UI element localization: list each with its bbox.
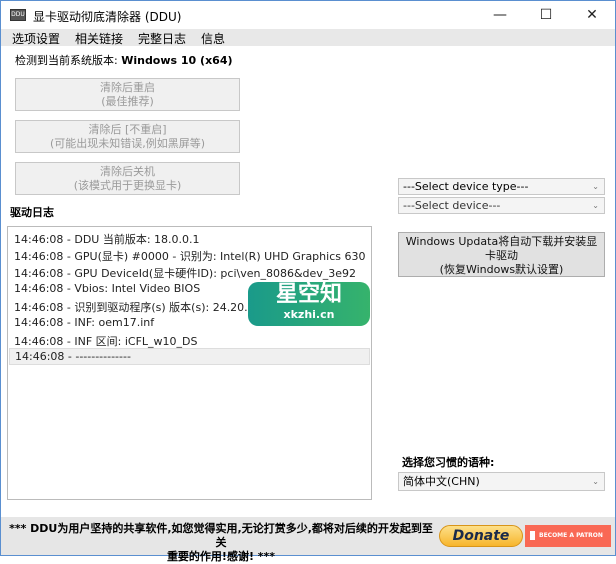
log-title: 驱动日志 [10,206,54,219]
ddu-app-icon: DDU [10,9,26,21]
device-select[interactable]: ---Select device--- ⌄ [398,197,605,214]
patreon-icon [530,531,535,540]
clean-no-restart-button[interactable]: 清除后 [不重启] (可能出现未知错误,例如黑屏等) [15,120,240,153]
log-list[interactable]: 14:46:08 - DDU 当前版本: 18.0.0.1 14:46:08 -… [7,226,372,500]
button-label: 卡驱动 [485,249,518,262]
button-label: 清除后 [不重启] [88,123,167,136]
log-line: 14:46:08 - INF 区间: iCFL_w10_DS [14,335,198,348]
button-sublabel: (恢复Windows默认设置) [439,263,564,276]
language-label: 选择您习惯的语种: [402,456,495,469]
watermark-logo: 星空知 xkzhi.cn [248,282,370,326]
chevron-down-icon: ⌄ [592,201,599,210]
footer-text: 重要的作用!感谢! *** [166,550,276,563]
button-sublabel: (可能出现未知错误,例如黑屏等) [49,137,206,150]
patreon-button[interactable]: BECOME A PATRON [525,525,611,547]
menu-links[interactable]: 相关链接 [75,30,123,47]
log-line: 14:46:08 - INF: oem17.inf [14,316,155,329]
donate-button[interactable]: Donate [439,525,523,547]
log-line: 14:46:08 - 识别到驱动程序(s) 版本(s): 24.20.100 [14,301,269,314]
log-line-selected[interactable]: 14:46:08 - -------------- [9,348,370,365]
chevron-down-icon: ⌄ [592,182,599,191]
select-value: 简体中文(CHN) [403,475,480,488]
log-line: 14:46:08 - GPU(显卡) #0000 - 识别为: Intel(R)… [14,250,366,263]
button-label: 清除后重启 [100,81,155,94]
patreon-label: BECOME A PATRON [539,532,603,539]
footer: *** DDU为用户坚持的共享软件,如您觉得实用,无论打赏多少,都将对后续的开发… [1,517,615,563]
app-window: DDU 显卡驱动彻底清除器 (DDU) — ☐ ✕ 选项设置 相关链接 完整日志… [0,0,616,563]
select-value: ---Select device--- [403,199,501,212]
maximize-button[interactable]: ☐ [523,1,569,29]
os-version: 检测到当前系统版本: Windows 10 (x64) [15,52,233,68]
os-label: 检测到当前系统版本: [15,54,122,67]
clean-shutdown-button[interactable]: 清除后关机 (该模式用于更换显卡) [15,162,240,195]
log-line: 14:46:08 - GPU DeviceId(显卡硬件ID): pci\ven… [14,267,357,280]
button-sublabel: (该模式用于更换显卡) [73,179,182,192]
window-title: 显卡驱动彻底清除器 (DDU) [33,10,182,24]
title-bar: DDU 显卡驱动彻底清除器 (DDU) — ☐ ✕ [1,1,615,29]
log-line: 14:46:08 - Vbios: Intel Video BIOS [14,282,201,295]
button-label: 清除后关机 [100,165,155,178]
select-value: ---Select device type--- [403,180,529,193]
close-button[interactable]: ✕ [569,1,615,29]
menu-bar: 选项设置 相关链接 完整日志 信息 [1,29,615,46]
footer-text: *** DDU为用户坚持的共享软件,如您觉得实用,无论打赏多少,都将对后续的开发… [9,522,433,549]
chevron-down-icon: ⌄ [592,477,599,486]
button-label: Windows Updata将自动下载并安装显 [405,235,598,248]
windows-update-button[interactable]: Windows Updata将自动下载并安装显 卡驱动 (恢复Windows默认设置… [398,232,605,277]
log-line: 14:46:08 - DDU 当前版本: 18.0.0.1 [14,233,200,246]
clean-restart-button[interactable]: 清除后重启 (最佳推荐) [15,78,240,111]
os-value: Windows 10 (x64) [121,54,233,67]
menu-info[interactable]: 信息 [201,30,225,47]
minimize-button[interactable]: — [477,1,523,29]
menu-full-log[interactable]: 完整日志 [138,30,186,47]
button-sublabel: (最佳推荐) [101,95,154,108]
menu-options[interactable]: 选项设置 [12,30,60,47]
device-type-select[interactable]: ---Select device type--- ⌄ [398,178,605,195]
language-select[interactable]: 简体中文(CHN) ⌄ [398,472,605,491]
